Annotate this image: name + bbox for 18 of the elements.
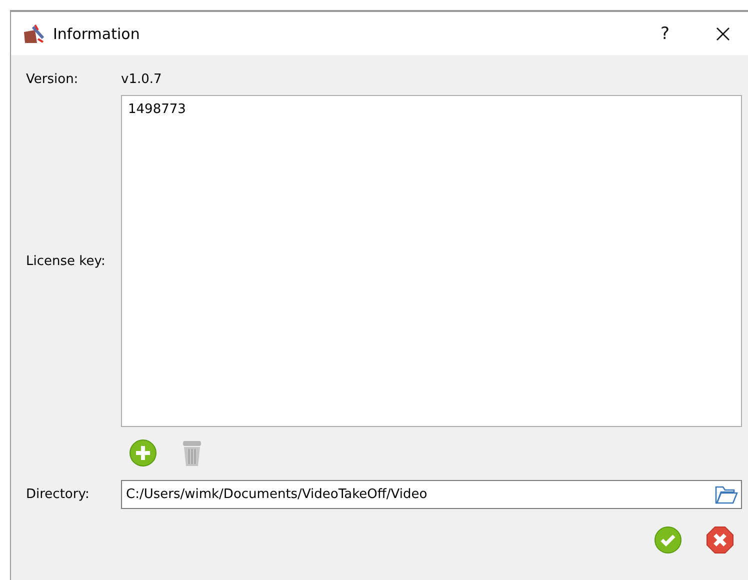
window-title: Information: [53, 24, 141, 42]
directory-label: Directory:: [26, 486, 90, 502]
checkmark-icon: [654, 526, 682, 554]
help-button[interactable]: ?: [640, 14, 690, 54]
version-value: v1.0.7: [121, 72, 163, 86]
directory-field[interactable]: C:/Users/wimk/Documents/VideoTakeOff/Video: [121, 480, 742, 508]
license-key-field[interactable]: 1498773: [121, 95, 742, 427]
delete-button[interactable]: [181, 439, 203, 467]
trash-icon: [181, 439, 203, 467]
ok-button[interactable]: [654, 526, 682, 554]
cancel-button[interactable]: [706, 526, 734, 554]
x-icon: [706, 526, 734, 554]
version-label: Version:: [26, 72, 80, 86]
plus-icon: [129, 439, 157, 467]
license-key-label: License key:: [26, 254, 106, 268]
add-button[interactable]: [129, 439, 157, 467]
close-icon: [716, 26, 730, 40]
app-logo-icon: [23, 24, 45, 44]
